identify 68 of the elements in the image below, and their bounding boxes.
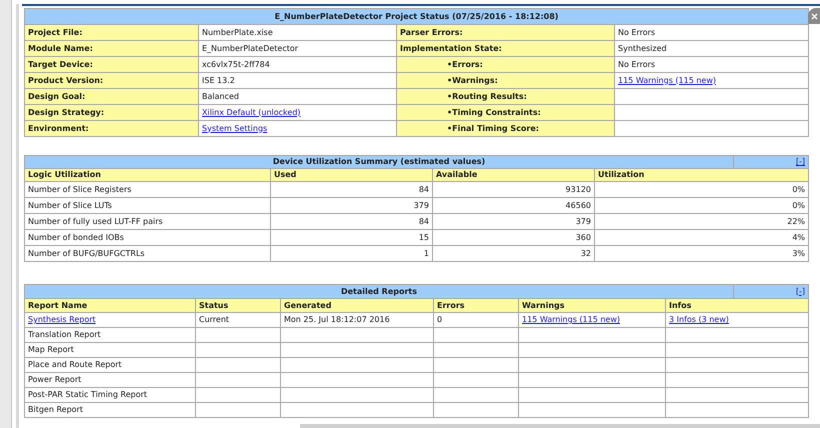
table-cell: Number of Slice Registers [24,182,270,198]
column-header: Utilization [594,168,809,182]
table-cell: Number of BUFG/BUFGCTRLs [24,246,270,262]
collapse-link[interactable]: [-] [796,286,805,296]
close-icon[interactable] [808,8,820,24]
field-label: •Timing Constraints: [396,104,614,120]
column-header: Used [270,168,432,182]
table-cell: 84 [270,182,432,198]
field-label: Design Goal: [24,88,198,104]
field-label: •Final Timing Score: [396,120,614,136]
table-cell: Map Report [24,342,196,358]
table-cell: ISE 13.2 [198,72,396,88]
table-cell: 0% [594,182,809,198]
table-cell: 3% [594,246,809,262]
table-cell: 15 [270,230,432,246]
field-label: Implementation State: [396,40,614,56]
column-header: Infos [666,298,808,312]
field-label: •Warnings: [396,72,614,88]
table-cell: 84 [270,214,432,230]
column-header: Report Name [24,298,196,312]
table-cell: 4% [594,230,809,246]
table-cell: Mon 25. Jul 18:12:07 2016 [280,312,434,328]
table-cell: 379 [270,198,432,214]
table-cell: 32 [432,246,594,262]
field-label: Parser Errors: [396,24,614,40]
table-cell: 0% [594,198,809,214]
table-cell: 46560 [432,198,594,214]
table-cell: NumberPlate.xise [198,24,396,40]
table-cell: Power Report [24,372,196,388]
table-cell: No Errors [614,24,809,40]
column-header: Logic Utilization [24,168,270,182]
table-cell: 93120 [432,182,594,198]
table-cell: 360 [432,230,594,246]
table-cell: 1 [270,246,432,262]
column-header: Generated [280,298,434,312]
table-cell: Translation Report [24,328,196,342]
table-cell: Post-PAR Static Timing Report [24,388,196,402]
table-title: E_NumberPlateDetector Project Status (07/25/2016 - 18:12:08) [24,8,809,24]
table-title: Detailed Reports [24,284,734,298]
table-cell: Place and Route Report [24,358,196,372]
table-cell: No Errors [614,56,809,72]
collapse-link[interactable]: [-] [796,157,806,166]
field-label: •Errors: [396,56,614,72]
field-label: •Routing Results: [396,88,614,104]
table-cell: Number of Slice LUTs [24,198,270,214]
field-label: Target Device: [24,56,198,72]
field-label: Project File: [24,24,198,40]
column-header: Status [196,298,280,312]
link[interactable]: System Settings [202,124,268,132]
table-cell: Number of bonded IOBs [24,230,270,246]
column-header: Warnings [518,298,666,312]
field-label: Module Name: [24,40,198,56]
field-label: Design Strategy: [24,104,198,120]
table-cell: xc6vlx75t-2ff784 [198,56,396,72]
table-cell: Current [196,312,280,328]
table-cell: Number of fully used LUT-FF pairs [24,214,270,230]
table-cell: 379 [432,214,594,230]
table-cell: Synthesized [614,40,809,56]
field-label: Environment: [24,120,198,136]
column-header: Errors [434,298,518,312]
table-cell: Bitgen Report [24,402,196,418]
table-cell: 0 [434,312,518,328]
field-label: Product Version: [24,72,198,88]
column-header: Available [432,168,594,182]
table-cell: E_NumberPlateDetector [198,40,396,56]
table-cell: 22% [594,214,809,230]
table-cell: Balanced [198,88,396,104]
table-title: Device Utilization Summary (estimated values) [24,156,734,168]
